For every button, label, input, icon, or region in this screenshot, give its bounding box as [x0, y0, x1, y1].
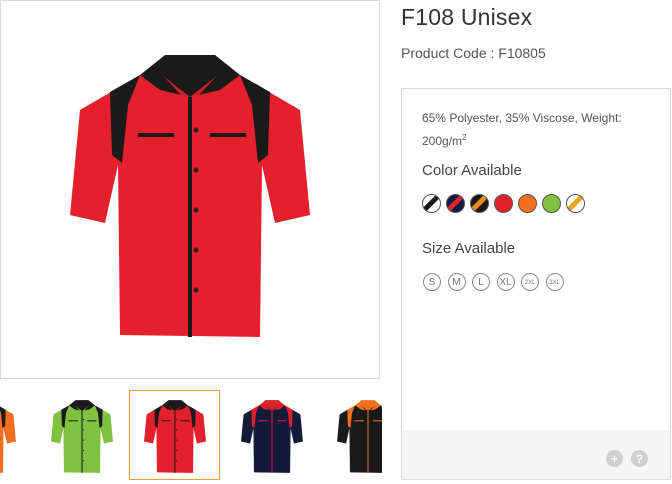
- thumbnail-carousel: [0, 389, 382, 484]
- shirt-thumb-navy: [240, 400, 303, 473]
- product-code-text: Product Code : F10805: [401, 45, 546, 61]
- size-option-l[interactable]: L: [472, 273, 490, 291]
- thumbnail-navy[interactable]: [226, 390, 317, 480]
- help-icon[interactable]: ?: [631, 450, 648, 467]
- plus-icon[interactable]: +: [606, 450, 623, 467]
- size-option-xl[interactable]: XL: [496, 273, 515, 291]
- size-option-m[interactable]: M: [447, 273, 466, 291]
- shirt-thumb-black: [336, 400, 382, 473]
- color-swatch-black-orange[interactable]: [470, 194, 489, 213]
- product-title: F108 Unisex: [401, 4, 533, 30]
- shirt-thumb-lime-green: [50, 400, 113, 473]
- description-text: 65% Polyester, 35% Viscose, Weight: 200g…: [422, 111, 622, 148]
- color-section-title: Color Available: [422, 162, 522, 179]
- color-swatch-list: [422, 194, 590, 216]
- product-details-panel: 65% Polyester, 35% Viscose, Weight: 200g…: [401, 88, 671, 480]
- thumbnail-lime-green[interactable]: [36, 390, 127, 480]
- color-swatch-red[interactable]: [494, 194, 513, 213]
- size-option-2xl[interactable]: 2XL: [521, 273, 539, 291]
- product-description: 65% Polyester, 35% Viscose, Weight: 200g…: [422, 108, 652, 151]
- thumbnail-orange[interactable]: [0, 390, 30, 480]
- product-code: Product Code : F10805: [401, 45, 546, 61]
- color-swatch-lime-green[interactable]: [542, 194, 561, 213]
- shirt-thumb-orange: [0, 406, 16, 473]
- thumbnail-black[interactable]: [322, 390, 382, 480]
- panel-footer: + ?: [402, 430, 670, 479]
- color-swatch-white-black[interactable]: [422, 194, 441, 213]
- shirt-thumb-red: [143, 400, 206, 473]
- thumbnail-red-selected[interactable]: [129, 390, 220, 480]
- color-swatch-orange[interactable]: [518, 194, 537, 213]
- color-swatch-white-orange[interactable]: [566, 194, 585, 213]
- size-option-list: S M L XL 2XL 3XL: [423, 273, 570, 291]
- size-option-3xl[interactable]: 3XL: [545, 273, 564, 291]
- color-swatch-navy-red[interactable]: [446, 194, 465, 213]
- size-option-s[interactable]: S: [423, 273, 441, 291]
- description-superscript: 2: [462, 133, 467, 142]
- main-product-image: [0, 0, 380, 379]
- size-section-title: Size Available: [422, 240, 516, 257]
- shirt-main-illustration: [70, 54, 310, 337]
